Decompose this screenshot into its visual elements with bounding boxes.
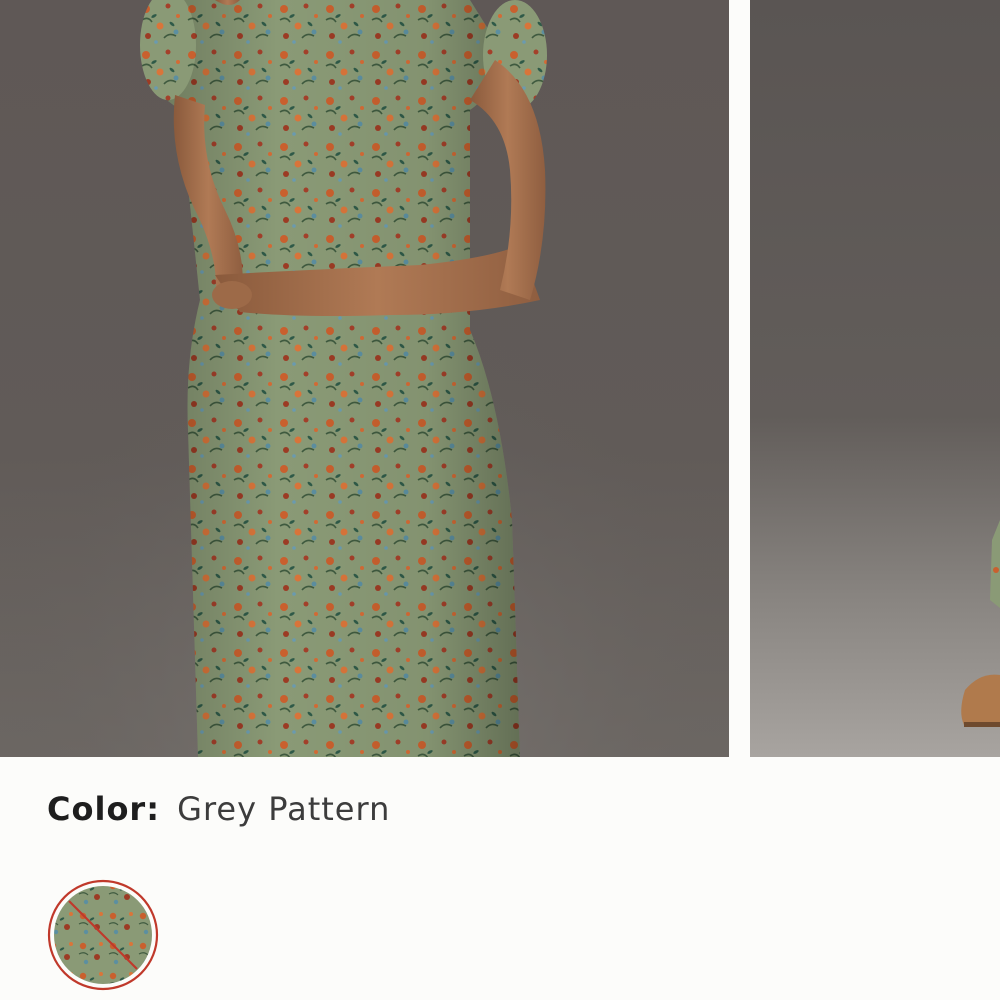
model-photo-side <box>750 0 1000 757</box>
gallery-image-front[interactable] <box>0 0 729 757</box>
color-label-value: Grey Pattern <box>177 790 391 828</box>
color-swatch-grey-pattern[interactable] <box>47 879 159 991</box>
product-page: Color: Grey Pattern <box>0 0 1000 1000</box>
swatch-image <box>47 879 159 991</box>
gallery-image-side[interactable] <box>750 0 1000 757</box>
color-label: Color: Grey Pattern <box>47 790 390 828</box>
model-photo-front <box>0 0 729 757</box>
color-label-title: Color: <box>47 790 160 828</box>
image-gallery[interactable] <box>0 0 1000 757</box>
